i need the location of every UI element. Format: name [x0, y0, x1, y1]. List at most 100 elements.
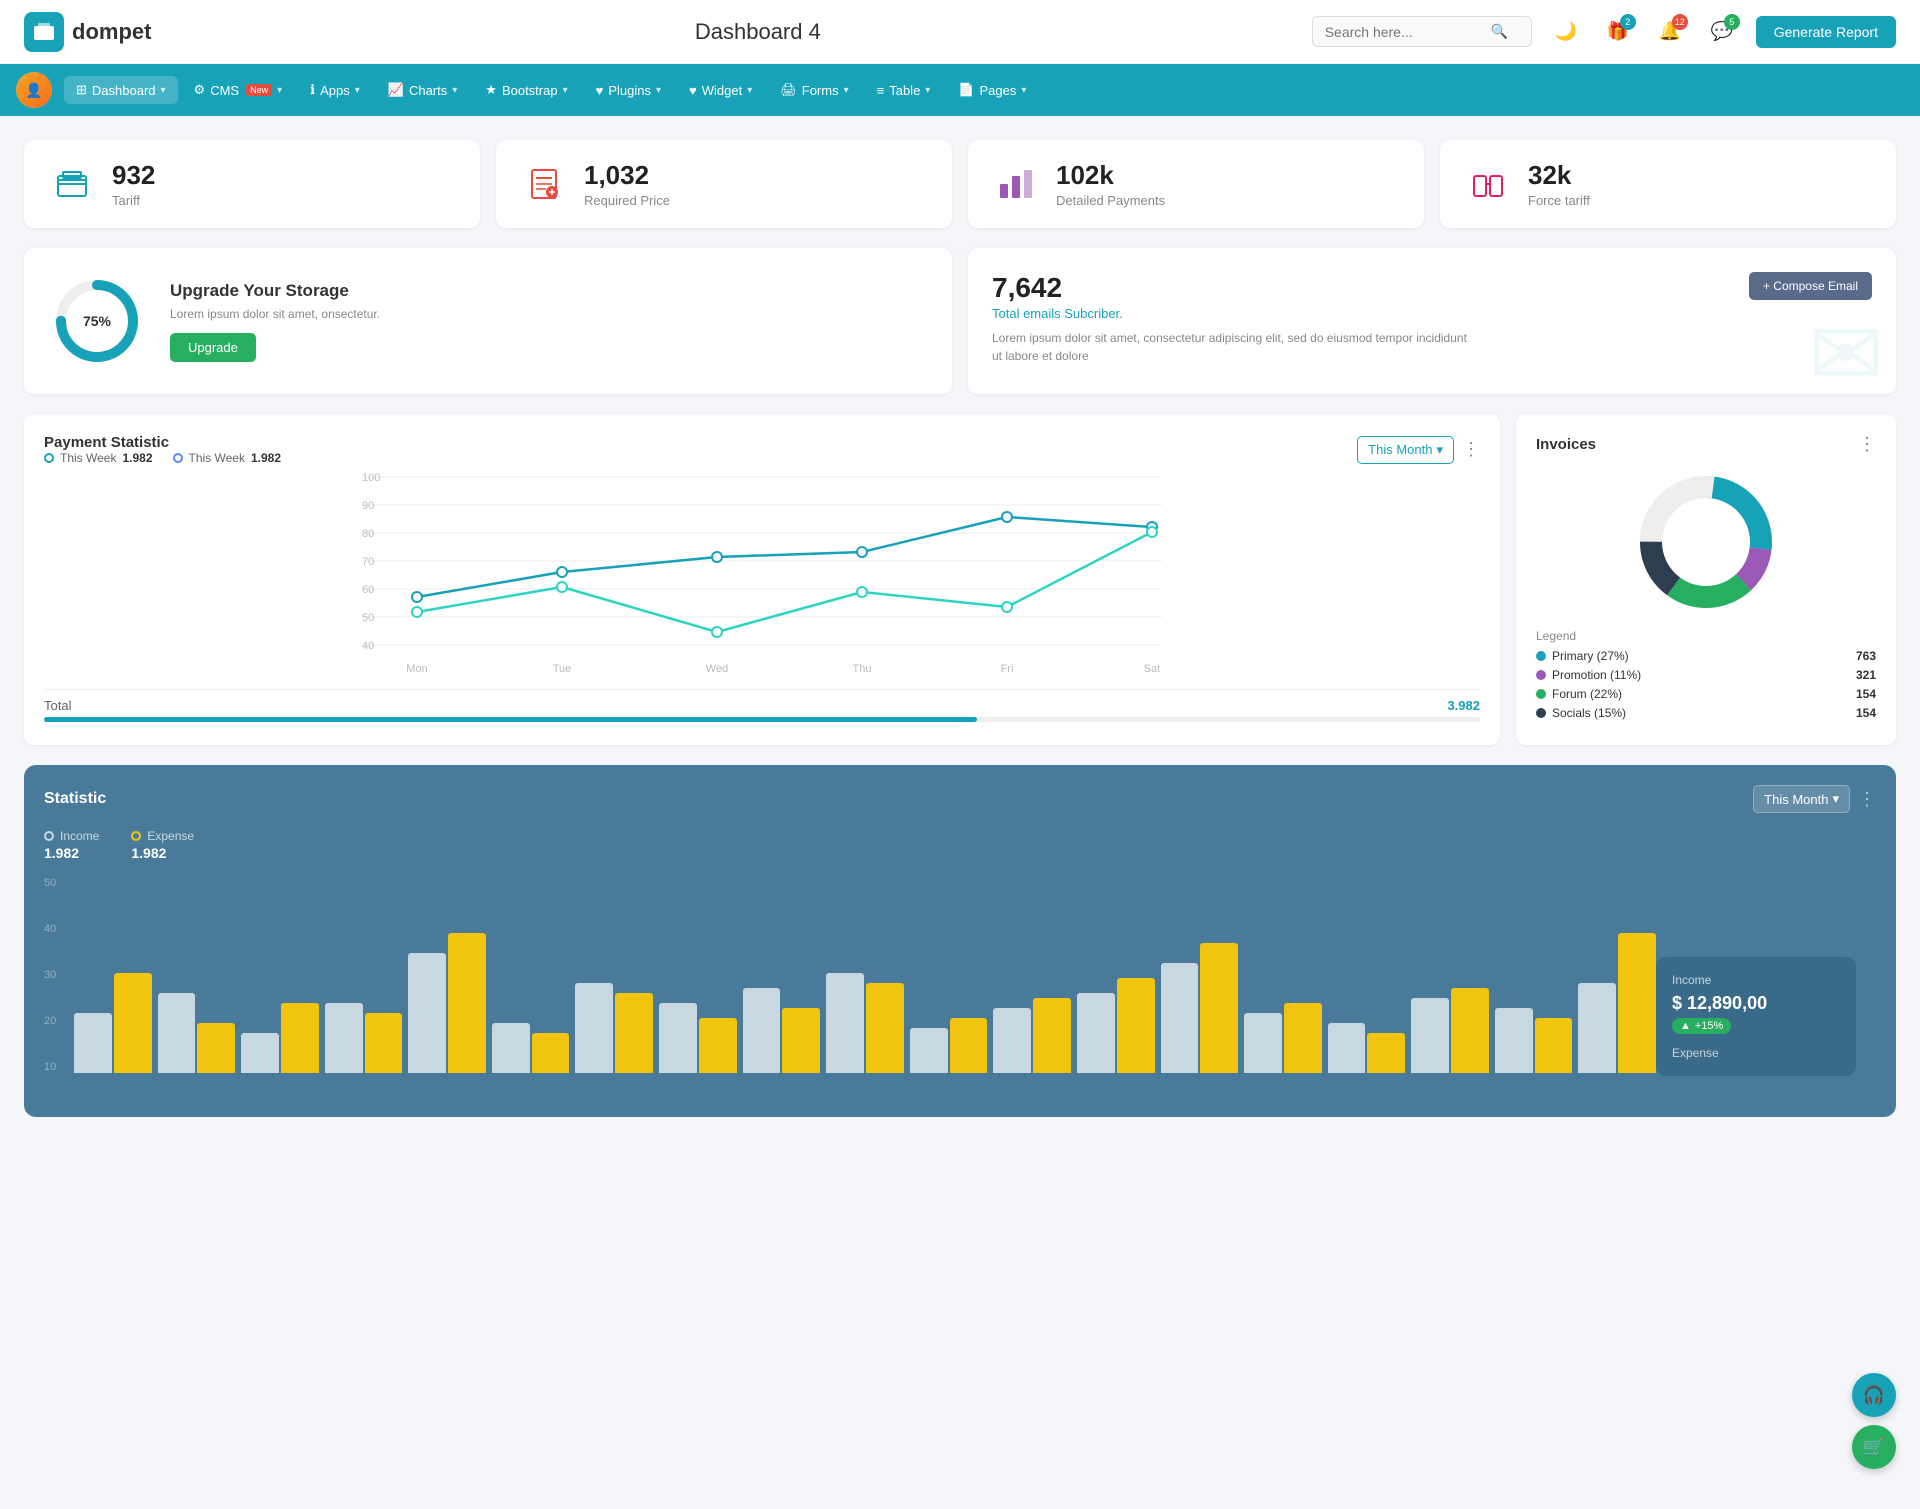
force-tariff-value: 32k [1528, 160, 1590, 191]
bar-group-8 [659, 1003, 737, 1073]
required-price-icon [520, 160, 568, 208]
sidebar-item-dashboard[interactable]: ⊞ Dashboard ▾ [64, 76, 178, 104]
table-chevron-icon: ▾ [925, 85, 930, 96]
invoice-legend-promotion: Promotion (11%) 321 [1536, 668, 1876, 682]
payment-statistic-card: Payment Statistic This Week 1.982 This W… [24, 414, 1500, 745]
email-card-top: 7,642 Total emails Subcriber. Lorem ipsu… [992, 272, 1872, 365]
storage-card: 75% Upgrade Your Storage Lorem ipsum dol… [24, 248, 952, 394]
income-change-value: +15% [1695, 1020, 1723, 1032]
bar-group-11 [910, 1018, 988, 1073]
sidebar-item-pages[interactable]: 📄 Pages ▾ [946, 76, 1038, 104]
svg-text:80: 80 [362, 528, 374, 540]
theme-toggle-button[interactable]: 🌙 [1548, 14, 1584, 50]
sidebar-item-forms[interactable]: 🖨 Forms ▾ [768, 76, 860, 104]
bar-groups [74, 877, 1876, 1097]
this-month-select[interactable]: This Month ▾ [1357, 436, 1454, 464]
bootstrap-nav-icon: ★ [485, 82, 497, 98]
sidebar-item-cms[interactable]: ⚙ CMS New ▾ [182, 76, 295, 104]
bar-yellow [1618, 933, 1656, 1073]
search-area[interactable]: 🔍 [1312, 16, 1532, 47]
statistic-more-button[interactable]: ⋮ [1858, 789, 1876, 810]
bar-yellow [1535, 1018, 1573, 1073]
storage-info: Upgrade Your Storage Lorem ipsum dolor s… [170, 281, 380, 362]
upgrade-button[interactable]: Upgrade [170, 333, 256, 362]
detailed-payments-value: 102k [1056, 160, 1165, 191]
force-tariff-card: 32k Force tariff [1440, 140, 1896, 228]
bootstrap-nav-label: Bootstrap [502, 83, 558, 98]
bar-white [1077, 993, 1115, 1073]
page-title: Dashboard 4 [220, 19, 1296, 45]
chat-button[interactable]: 💬 5 [1704, 14, 1740, 50]
compose-email-button[interactable]: + Compose Email [1749, 272, 1872, 300]
sidebar-item-widget[interactable]: ♥ Widget ▾ [677, 77, 764, 104]
total-value: 3.982 [1447, 698, 1480, 713]
statistic-month-select[interactable]: This Month ▾ [1753, 785, 1850, 813]
notification-button[interactable]: 🔔 12 [1652, 14, 1688, 50]
income-panel-title: Income [1672, 973, 1840, 987]
legend-this-week-1: This Week 1.982 [44, 451, 153, 465]
bar-white [826, 973, 864, 1073]
cart-fab-button[interactable]: 🛒 [1852, 1425, 1896, 1469]
required-price-card: 1,032 Required Price [496, 140, 952, 228]
logo-icon [24, 12, 64, 52]
storage-title: Upgrade Your Storage [170, 281, 380, 301]
bar-yellow [197, 1023, 235, 1073]
forum-dot [1536, 689, 1546, 699]
widget-nav-icon: ♥ [689, 83, 697, 98]
bar-yellow [1033, 998, 1071, 1073]
bar-yellow [782, 1008, 820, 1073]
sidebar-item-bootstrap[interactable]: ★ Bootstrap ▾ [473, 76, 579, 104]
svg-text:Thu: Thu [853, 663, 872, 675]
sidebar-item-plugins[interactable]: ♥ Plugins ▾ [584, 77, 673, 104]
statistic-controls: This Month ▾ ⋮ [1753, 785, 1876, 813]
income-legend-value: 1.982 [44, 845, 99, 861]
svg-text:Mon: Mon [406, 663, 427, 675]
bar-yellow [532, 1033, 570, 1073]
bar-yellow [448, 933, 486, 1073]
fab-area: 🎧 🛒 [1852, 1373, 1896, 1469]
invoice-legend-forum: Forum (22%) 154 [1536, 687, 1876, 701]
invoice-legend-socials: Socials (15%) 154 [1536, 706, 1876, 720]
generate-report-button[interactable]: Generate Report [1756, 16, 1896, 48]
sidebar-item-table[interactable]: ≡ Table ▾ [865, 77, 943, 104]
invoice-more-button[interactable]: ⋮ [1858, 434, 1876, 455]
bar-white [325, 1003, 363, 1073]
payment-statistic-controls: This Month ▾ ⋮ [1357, 436, 1480, 464]
bar-white [1244, 1013, 1282, 1073]
email-subtitle: Total emails Subcriber. [992, 306, 1472, 321]
storage-donut: 75% [52, 276, 142, 366]
storage-description: Lorem ipsum dolor sit amet, onsectetur. [170, 307, 380, 321]
bar-white [1495, 1008, 1533, 1073]
bar-yellow [281, 1003, 319, 1073]
income-panel: Income $ 12,890,00 ▲ +15% Expense [1656, 957, 1856, 1076]
sidebar-item-apps[interactable]: ℹ Apps ▾ [298, 76, 372, 104]
search-icon: 🔍 [1491, 23, 1508, 40]
bar-white [993, 1008, 1031, 1073]
payment-more-button[interactable]: ⋮ [1462, 439, 1480, 460]
expense-legend-value: 1.982 [131, 845, 194, 861]
apps-nav-icon: ℹ [310, 82, 315, 98]
legend-this-week-2: This Week 1.982 [173, 451, 282, 465]
widget-chevron-icon: ▾ [747, 85, 752, 96]
expense-legend-item: Expense 1.982 [131, 829, 194, 861]
bar-group-6 [492, 1023, 570, 1073]
bar-yellow [1367, 1033, 1405, 1073]
apps-nav-label: Apps [320, 83, 350, 98]
income-legend-item: Income 1.982 [44, 829, 99, 861]
svg-text:50: 50 [362, 612, 374, 624]
primary-label: Primary (27%) [1552, 649, 1629, 663]
tariff-value: 932 [112, 160, 155, 191]
bar-white [575, 983, 613, 1073]
sidebar-item-charts[interactable]: 📈 Charts ▾ [376, 76, 470, 104]
invoice-legend-title: Legend [1536, 629, 1876, 643]
headset-fab-button[interactable]: 🎧 [1852, 1373, 1896, 1417]
bar-group-2 [158, 993, 236, 1073]
legend-dot-teal [44, 453, 54, 463]
statistic-month-label: This Month [1764, 792, 1828, 807]
dashboard-nav-label: Dashboard [92, 83, 156, 98]
total-label: Total [44, 698, 71, 713]
bar-yellow [950, 1018, 988, 1073]
gift-icon-button[interactable]: 🎁 2 [1600, 14, 1636, 50]
tariff-icon [48, 160, 96, 208]
search-input[interactable] [1325, 24, 1485, 40]
